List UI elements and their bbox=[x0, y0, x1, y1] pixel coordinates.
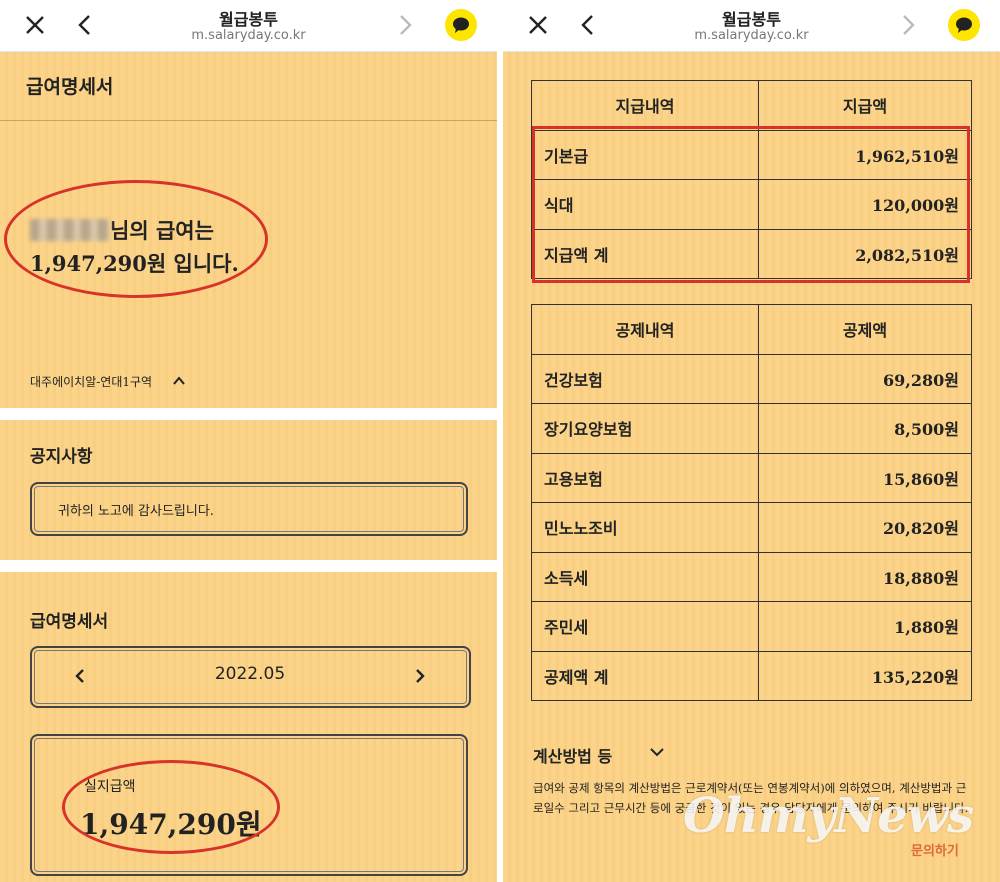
section-gap bbox=[0, 560, 497, 572]
column-header: 공제내역 bbox=[531, 304, 759, 355]
column-header: 공제액 bbox=[758, 304, 972, 355]
deduction-item: 고용보험 bbox=[531, 452, 759, 503]
column-header: 지급액 bbox=[758, 80, 972, 131]
notice-text: 귀하의 노고에 감사드립니다. bbox=[58, 504, 214, 519]
chevron-down-icon[interactable] bbox=[649, 745, 665, 759]
page-url: m.salaryday.co.kr bbox=[191, 28, 306, 43]
next-month-icon[interactable] bbox=[413, 667, 427, 685]
browser-topbar: 월급봉투 m.salaryday.co.kr bbox=[0, 0, 497, 52]
inquiry-link[interactable]: 문의하기 bbox=[911, 840, 959, 859]
divider bbox=[0, 120, 497, 121]
deduction-item: 소득세 bbox=[531, 551, 759, 602]
kakao-chat-icon[interactable] bbox=[948, 9, 980, 41]
table-header-row: 공제내역 공제액 bbox=[531, 304, 972, 355]
page-title: 월급봉투 bbox=[219, 10, 278, 29]
deduction-amount: 18,880원 bbox=[758, 551, 972, 602]
deduction-item: 공제액 계 bbox=[531, 650, 759, 701]
kakao-chat-icon[interactable] bbox=[445, 9, 477, 41]
chevron-right-icon[interactable] bbox=[895, 12, 921, 38]
deduction-amount: 15,860원 bbox=[758, 452, 972, 503]
table-row: 소득세 18,880원 bbox=[531, 551, 972, 602]
right-screenshot: 월급봉투 m.salaryday.co.kr 지급내역 지급액 기본급 1,96… bbox=[503, 0, 1000, 882]
calc-method-toggle[interactable]: 계산방법 등 bbox=[533, 743, 612, 767]
deduction-amount: 20,820원 bbox=[758, 502, 972, 553]
browser-topbar: 월급봉투 m.salaryday.co.kr bbox=[503, 0, 1000, 52]
deduction-amount: 135,220원 bbox=[758, 650, 972, 701]
payslip-section-title: 급여명세서 bbox=[30, 612, 109, 632]
left-screenshot: 월급봉투 m.salaryday.co.kr 급여명세서 님의 급여는 1,94… bbox=[0, 0, 497, 882]
page-url: m.salaryday.co.kr bbox=[694, 28, 809, 43]
deduction-amount: 1,880원 bbox=[758, 601, 972, 652]
chevron-right-icon[interactable] bbox=[392, 12, 418, 38]
deductions-table: 공제내역 공제액 건강보험 69,280원 장기요양보험 8,500원 고용보험… bbox=[531, 304, 972, 701]
section-gap bbox=[0, 408, 497, 420]
deduction-amount: 8,500원 bbox=[758, 403, 972, 454]
deduction-amount: 69,280원 bbox=[758, 353, 972, 404]
deduction-item: 주민세 bbox=[531, 601, 759, 652]
page-title: 월급봉투 bbox=[722, 10, 781, 29]
table-row: 장기요양보험 8,500원 bbox=[531, 403, 972, 454]
table-row: 민노노조비 20,820원 bbox=[531, 502, 972, 553]
table-header-row: 지급내역 지급액 bbox=[531, 80, 972, 131]
deduction-item: 민노노조비 bbox=[531, 502, 759, 553]
table-row: 건강보험 69,280원 bbox=[531, 353, 972, 404]
annotation-highlight-box bbox=[532, 126, 970, 283]
selected-month: 2022.05 bbox=[214, 664, 286, 684]
annotation-ellipse bbox=[4, 180, 268, 298]
table-row: 주민세 1,880원 bbox=[531, 601, 972, 652]
branch-name[interactable]: 대주에이치알-연대1구역 bbox=[30, 373, 152, 390]
payslip-heading: 급여명세서 bbox=[26, 76, 114, 98]
column-header: 지급내역 bbox=[531, 80, 759, 131]
notice-title: 공지사항 bbox=[30, 447, 93, 467]
annotation-ellipse bbox=[62, 760, 280, 854]
table-row: 고용보험 15,860원 bbox=[531, 452, 972, 503]
deduction-item: 장기요양보험 bbox=[531, 403, 759, 454]
deduction-item: 건강보험 bbox=[531, 353, 759, 404]
ohmynews-watermark: OhmyNews bbox=[683, 788, 974, 844]
table-row: 공제액 계 135,220원 bbox=[531, 650, 972, 701]
chevron-up-icon[interactable] bbox=[172, 374, 186, 386]
